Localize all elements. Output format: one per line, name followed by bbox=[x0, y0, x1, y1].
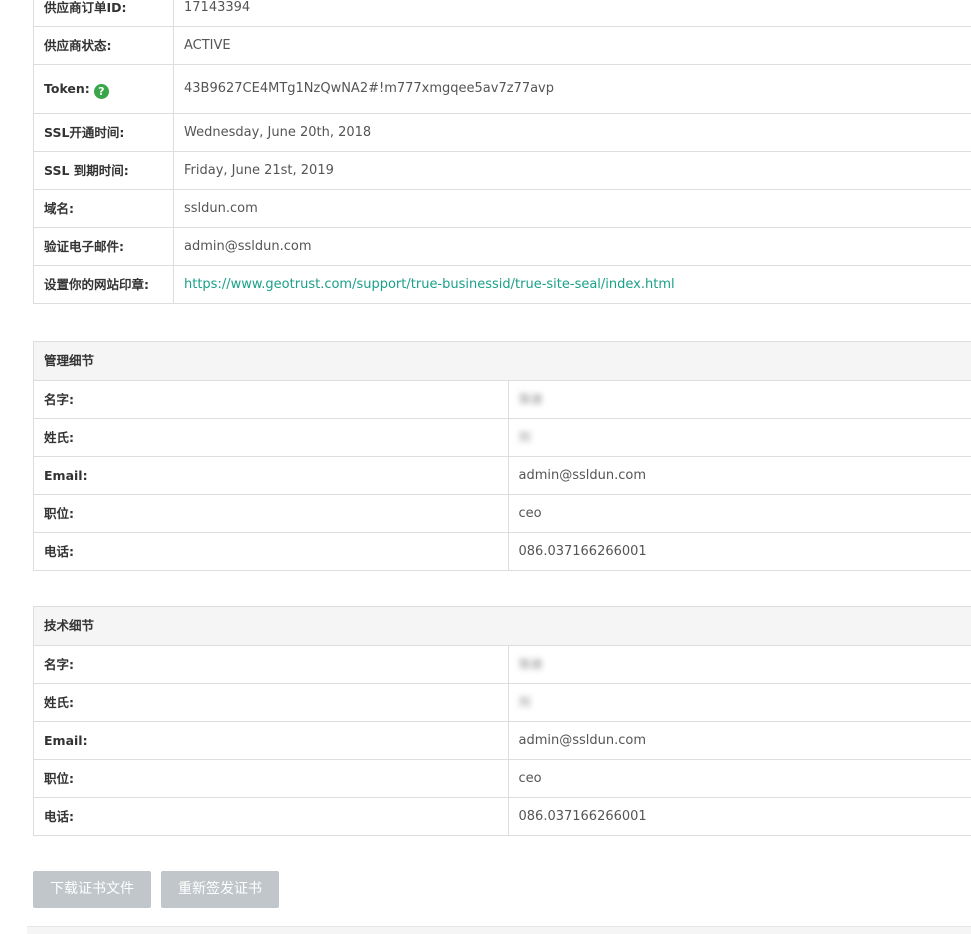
tech-first-name-label: 名字: bbox=[33, 645, 509, 684]
ssl-expiry-value: Friday, June 21st, 2019 bbox=[173, 151, 971, 190]
site-seal-link[interactable]: https://www.geotrust.com/support/true-bu… bbox=[184, 277, 675, 292]
footer-divider bbox=[27, 926, 971, 934]
reissue-certificate-button[interactable]: 重新签发证书 bbox=[161, 871, 279, 908]
page: 供应商订单ID: 17143394 供应商状态: ACTIVE Token:? … bbox=[0, 0, 971, 934]
section-header-row: 管理细节 bbox=[33, 341, 971, 381]
table-row: 供应商状态: ACTIVE bbox=[33, 26, 971, 65]
tech-last-name-value: 刘 bbox=[518, 695, 531, 709]
admin-last-name-label: 姓氏: bbox=[33, 418, 509, 457]
table-row: 电话: 086.037166266001 bbox=[33, 532, 971, 571]
table-row: SSL开通时间: Wednesday, June 20th, 2018 bbox=[33, 113, 971, 152]
table-row: 电话: 086.037166266001 bbox=[33, 797, 971, 836]
table-row: 供应商订单ID: 17143394 bbox=[33, 0, 971, 27]
token-label-cell: Token:? bbox=[33, 64, 174, 114]
tech-last-name-label: 姓氏: bbox=[33, 683, 509, 722]
table-row: 设置你的网站印章: https://www.geotrust.com/suppo… bbox=[33, 265, 971, 304]
table-row: 职位: ceo bbox=[33, 759, 971, 798]
tech-details-table: 技术细节 名字: 张迪 姓氏: 刘 Email: admin@ssldun.co… bbox=[33, 606, 971, 836]
tech-details-title: 技术细节 bbox=[33, 606, 971, 646]
tech-email-value: admin@ssldun.com bbox=[507, 721, 971, 760]
table-row: 名字: 张迪 bbox=[33, 645, 971, 684]
tech-phone-label: 电话: bbox=[33, 797, 509, 836]
admin-first-name-cell: 张迪 bbox=[507, 380, 971, 419]
vendor-order-id-value: 17143394 bbox=[173, 0, 971, 27]
admin-first-name-value: 张迪 bbox=[518, 392, 543, 406]
admin-phone-label: 电话: bbox=[33, 532, 509, 571]
order-details-table: 供应商订单ID: 17143394 供应商状态: ACTIVE Token:? … bbox=[33, 0, 971, 304]
admin-last-name-value: 刘 bbox=[518, 430, 531, 444]
vendor-status-label: 供应商状态: bbox=[33, 26, 174, 65]
tech-email-label: Email: bbox=[33, 721, 509, 760]
ssl-start-value: Wednesday, June 20th, 2018 bbox=[173, 113, 971, 152]
admin-last-name-cell: 刘 bbox=[507, 418, 971, 457]
ssl-start-label: SSL开通时间: bbox=[33, 113, 174, 152]
tech-first-name-value: 张迪 bbox=[518, 657, 543, 671]
domain-label: 域名: bbox=[33, 189, 174, 228]
domain-value: ssldun.com bbox=[173, 189, 971, 228]
table-row: 职位: ceo bbox=[33, 494, 971, 533]
section-header-row: 技术细节 bbox=[33, 606, 971, 646]
table-row: 姓氏: 刘 bbox=[33, 418, 971, 457]
admin-title-label: 职位: bbox=[33, 494, 509, 533]
table-row: SSL 到期时间: Friday, June 21st, 2019 bbox=[33, 151, 971, 190]
ssl-expiry-label: SSL 到期时间: bbox=[33, 151, 174, 190]
download-certificate-button[interactable]: 下载证书文件 bbox=[33, 871, 151, 908]
table-row: 域名: ssldun.com bbox=[33, 189, 971, 228]
table-row: 姓氏: 刘 bbox=[33, 683, 971, 722]
admin-phone-value: 086.037166266001 bbox=[507, 532, 971, 571]
admin-first-name-label: 名字: bbox=[33, 380, 509, 419]
admin-email-label: Email: bbox=[33, 456, 509, 495]
tech-last-name-cell: 刘 bbox=[507, 683, 971, 722]
admin-title-value: ceo bbox=[507, 494, 971, 533]
table-row: Email: admin@ssldun.com bbox=[33, 456, 971, 495]
site-seal-cell: https://www.geotrust.com/support/true-bu… bbox=[173, 265, 971, 304]
validation-email-label: 验证电子邮件: bbox=[33, 227, 174, 266]
table-row: Token:? 43B9627CE4MTg1NzQwNA2#!m777xmgqe… bbox=[33, 64, 971, 114]
tech-title-value: ceo bbox=[507, 759, 971, 798]
admin-email-value: admin@ssldun.com bbox=[507, 456, 971, 495]
site-seal-label: 设置你的网站印章: bbox=[33, 265, 174, 304]
vendor-order-id-label: 供应商订单ID: bbox=[33, 0, 174, 27]
table-row: 名字: 张迪 bbox=[33, 380, 971, 419]
admin-details-table: 管理细节 名字: 张迪 姓氏: 刘 Email: admin@ssldun.co… bbox=[33, 341, 971, 571]
table-row: Email: admin@ssldun.com bbox=[33, 721, 971, 760]
token-value: 43B9627CE4MTg1NzQwNA2#!m777xmgqee5av7z77… bbox=[173, 64, 971, 114]
table-row: 验证电子邮件: admin@ssldun.com bbox=[33, 227, 971, 266]
tech-title-label: 职位: bbox=[33, 759, 509, 798]
tech-phone-value: 086.037166266001 bbox=[507, 797, 971, 836]
vendor-status-value: ACTIVE bbox=[173, 26, 971, 65]
validation-email-value: admin@ssldun.com bbox=[173, 227, 971, 266]
token-label: Token: bbox=[44, 80, 90, 96]
tech-first-name-cell: 张迪 bbox=[507, 645, 971, 684]
admin-details-title: 管理细节 bbox=[33, 341, 971, 381]
help-icon[interactable]: ? bbox=[93, 83, 109, 99]
